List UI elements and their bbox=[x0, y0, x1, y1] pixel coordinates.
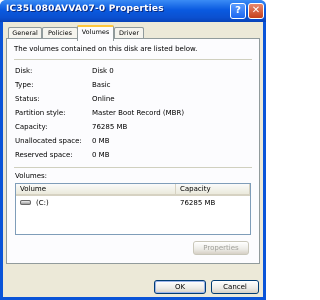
capacity-value: 76285 MB bbox=[92, 123, 128, 131]
capacity-label: Capacity: bbox=[15, 123, 48, 131]
drive-icon bbox=[20, 200, 31, 205]
unallocated-label: Unallocated space: bbox=[15, 137, 82, 145]
properties-window: IC35L080AVVA07-0 Properties ? ✕ General … bbox=[0, 0, 266, 300]
status-label: Status: bbox=[15, 95, 40, 103]
partition-style-label: Partition style: bbox=[15, 109, 66, 117]
help-button[interactable]: ? bbox=[230, 3, 246, 19]
properties-button[interactable]: Properties bbox=[193, 241, 249, 255]
disk-value: Disk 0 bbox=[92, 67, 114, 75]
partition-style-value: Master Boot Record (MBR) bbox=[92, 109, 185, 117]
reserved-value: 0 MB bbox=[92, 151, 110, 159]
volume-capacity: 76285 MB bbox=[180, 199, 216, 207]
tab-volumes[interactable]: Volumes bbox=[77, 25, 114, 41]
cancel-button[interactable]: Cancel bbox=[211, 280, 259, 294]
window-title: IC35L080AVVA07-0 Properties bbox=[6, 4, 164, 14]
close-button[interactable]: ✕ bbox=[248, 3, 264, 19]
divider bbox=[14, 59, 252, 60]
divider bbox=[14, 167, 252, 168]
disk-label: Disk: bbox=[15, 67, 33, 75]
intro-text: The volumes contained on this disk are l… bbox=[14, 45, 198, 53]
status-value: Online bbox=[92, 95, 115, 103]
title-bar[interactable]: IC35L080AVVA07-0 Properties ? ✕ bbox=[0, 0, 266, 22]
volumes-panel: The volumes contained on this disk are l… bbox=[6, 38, 260, 264]
unallocated-value: 0 MB bbox=[92, 137, 110, 145]
type-label: Type: bbox=[15, 81, 34, 89]
reserved-label: Reserved space: bbox=[15, 151, 73, 159]
volumes-label: Volumes: bbox=[15, 172, 48, 180]
column-header-capacity[interactable]: Capacity bbox=[176, 184, 250, 196]
table-row[interactable]: (C:) 76285 MB bbox=[16, 197, 250, 209]
volumes-list[interactable]: Volume Capacity (C:) 76285 MB bbox=[15, 183, 251, 235]
column-header-volume[interactable]: Volume bbox=[16, 184, 176, 196]
type-value: Basic bbox=[92, 81, 111, 89]
dialog-body: General Policies Volumes Driver The volu… bbox=[3, 22, 263, 297]
ok-button[interactable]: OK bbox=[154, 280, 206, 294]
volume-name: (C:) bbox=[36, 199, 49, 207]
